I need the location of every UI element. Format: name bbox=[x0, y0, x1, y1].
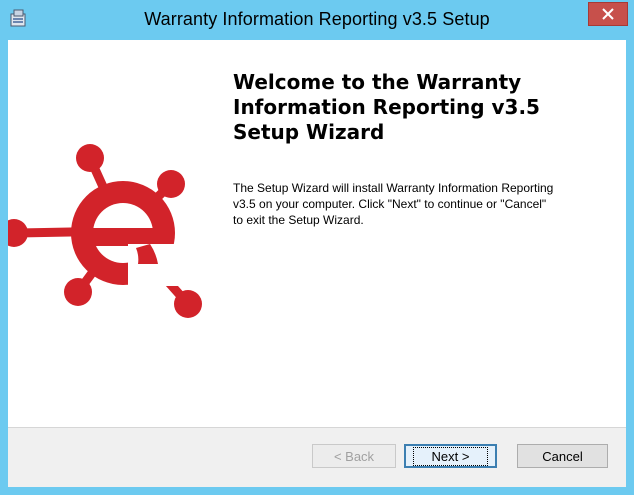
button-bar: < Back Next > Cancel bbox=[8, 427, 626, 487]
cancel-button[interactable]: Cancel bbox=[517, 444, 608, 468]
cancel-label: Cancel bbox=[542, 448, 583, 464]
back-prefix: < bbox=[333, 448, 346, 464]
close-icon bbox=[602, 8, 614, 20]
setup-window: Warranty Information Reporting v3.5 Setu… bbox=[0, 0, 634, 495]
welcome-description: The Setup Wizard will install Warranty I… bbox=[233, 181, 554, 227]
window-title: Warranty Information Reporting v3.5 Setu… bbox=[144, 9, 490, 29]
e-logo-icon bbox=[8, 144, 202, 318]
next-button[interactable]: Next > bbox=[404, 444, 497, 468]
close-button[interactable] bbox=[588, 2, 628, 26]
wizard-panel: Welcome to the Warranty Information Repo… bbox=[8, 40, 626, 487]
back-button[interactable]: < Back bbox=[312, 444, 396, 468]
back-label: Back bbox=[345, 448, 375, 464]
welcome-heading: Welcome to the Warranty Information Repo… bbox=[233, 70, 540, 144]
next-label: Next > bbox=[412, 446, 489, 466]
title-bar[interactable]: Warranty Information Reporting v3.5 Setu… bbox=[0, 0, 634, 40]
